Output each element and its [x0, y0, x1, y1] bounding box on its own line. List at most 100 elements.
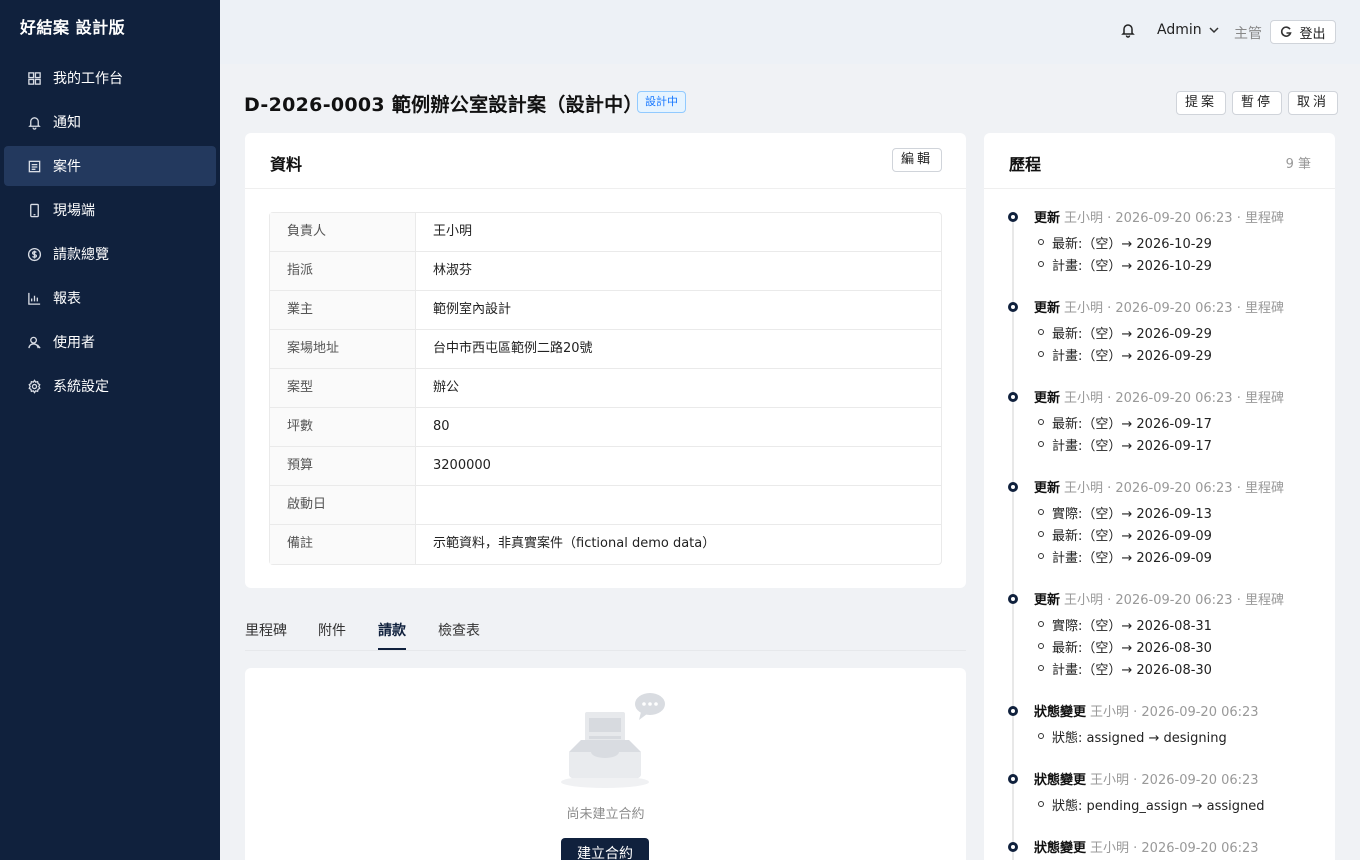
sidebar-item-label: 現場端 [53, 203, 95, 219]
timeline-type: 更新 [1034, 391, 1061, 406]
edit-button[interactable]: 編輯 [891, 148, 942, 172]
timeline-change: 實際:（空）→ 2026-08-31 [1052, 619, 1212, 634]
change-bullet [1038, 531, 1044, 537]
info-value: 林淑芬 [433, 263, 473, 278]
sidebar-item-settings[interactable]: 系統設定 [4, 366, 216, 406]
change-bullet [1038, 419, 1044, 425]
info-label: 預算 [270, 447, 416, 485]
sidebar-nav: 我的工作台 通知 案件 現場端 請款總覽 報表 使用者 系統設定 [0, 58, 220, 406]
info-row-notes: 備註 示範資料，非真實案件（fictional demo data） [270, 525, 941, 564]
info-value: 範例室內設計 [433, 302, 512, 317]
timeline-change: 最新:（空）→ 2026-09-29 [1052, 327, 1212, 342]
sidebar-item-cases[interactable]: 案件 [4, 146, 216, 186]
timeline-header: 狀態變更 王小明 · 2026-09-20 06:23 [1034, 769, 1259, 788]
empty-inbox-icon [561, 693, 665, 788]
notification-bell-icon[interactable] [1120, 22, 1138, 40]
timeline-meta: 王小明 · 2026-09-20 06:23 [1090, 841, 1259, 856]
timeline-dot [1008, 302, 1018, 312]
timeline-dot [1008, 392, 1018, 402]
user-icon [26, 334, 42, 350]
info-label: 坪數 [270, 408, 416, 446]
sidebar-item-reports[interactable]: 報表 [4, 278, 216, 318]
change-bullet [1038, 621, 1044, 627]
empty-state-text: 尚未建立合約 [566, 807, 645, 822]
timeline-change: 計畫:（空）→ 2026-09-09 [1052, 551, 1212, 566]
sidebar-item-notifications[interactable]: 通知 [4, 102, 216, 142]
sidebar-item-workbench[interactable]: 我的工作台 [4, 58, 216, 98]
logout-label: 登出 [1299, 26, 1326, 42]
tab-attachments[interactable]: 附件 [318, 620, 346, 640]
create-contract-button[interactable]: 建立合約 [561, 838, 649, 860]
timeline-type: 更新 [1034, 593, 1061, 608]
pause-button[interactable]: 暫停 [1232, 91, 1283, 115]
change-bullet [1038, 351, 1044, 357]
info-label: 負責人 [270, 213, 416, 251]
change-bullet [1038, 261, 1044, 267]
sidebar-item-billing[interactable]: 請款總覽 [4, 234, 216, 274]
sidebar-item-users[interactable]: 使用者 [4, 322, 216, 362]
info-label: 指派 [270, 252, 416, 290]
timeline-dot [1008, 774, 1018, 784]
timeline-type: 狀態變更 [1034, 841, 1087, 856]
info-value: 3200000 [433, 458, 491, 473]
tab-billing[interactable]: 請款 [378, 620, 406, 640]
user-role: 主管 [1234, 26, 1262, 42]
change-bullet [1038, 801, 1044, 807]
submit-button[interactable]: 提案 [1176, 91, 1227, 115]
timeline-type: 狀態變更 [1034, 773, 1087, 788]
mobile-icon [26, 202, 42, 218]
dashboard-icon [26, 70, 42, 86]
timeline-change: 最新:（空）→ 2026-08-30 [1052, 641, 1212, 656]
timeline-meta: 王小明 · 2026-09-20 06:23 [1090, 773, 1259, 788]
timeline-dot [1008, 482, 1018, 492]
top-header: Admin 主管 登出 [220, 0, 1360, 64]
brand-logo: 好結案 設計版 [20, 18, 126, 37]
info-label: 案型 [270, 369, 416, 407]
tab-checklist[interactable]: 檢查表 [438, 620, 480, 640]
timeline-header: 狀態變更 王小明 · 2026-09-20 06:23 [1034, 837, 1259, 856]
change-bullet [1038, 643, 1044, 649]
timeline-change: 實際:（空）→ 2026-09-13 [1052, 507, 1212, 522]
info-value [416, 486, 941, 524]
info-label: 案場地址 [270, 330, 416, 368]
gear-icon [26, 378, 42, 394]
timeline-meta: 王小明 · 2026-09-20 06:23 · 里程碑 [1064, 481, 1284, 496]
timeline-change: 狀態: assigned → designing [1052, 731, 1227, 746]
change-bullet [1038, 509, 1044, 515]
timeline-meta: 王小明 · 2026-09-20 06:23 · 里程碑 [1064, 593, 1284, 608]
info-row-address: 案場地址 台中市西屯區範例二路20號 [270, 330, 941, 369]
history-card-header: 歷程 9 筆 [984, 133, 1335, 189]
timeline-change: 最新:（空）→ 2026-10-29 [1052, 237, 1212, 252]
sidebar-item-label: 使用者 [53, 335, 95, 351]
info-value: 80 [433, 419, 450, 434]
user-menu[interactable]: Admin [1157, 22, 1220, 38]
sidebar: 好結案 設計版 我的工作台 通知 案件 現場端 請款總覽 報表 使用者 系統設定 [0, 0, 220, 860]
timeline-type: 更新 [1034, 481, 1061, 496]
logout-button[interactable]: 登出 [1270, 20, 1336, 44]
active-tab-indicator [378, 648, 406, 650]
timeline-dot [1008, 594, 1018, 604]
status-badge: 設計中 [637, 91, 686, 113]
detail-tabs: 里程碑 附件 請款 檢查表 [245, 610, 966, 651]
sidebar-item-label: 通知 [53, 115, 81, 131]
timeline-change: 最新:（空）→ 2026-09-17 [1052, 417, 1212, 432]
tab-milestones[interactable]: 里程碑 [245, 620, 287, 640]
info-label: 業主 [270, 291, 416, 329]
cancel-button[interactable]: 取消 [1288, 91, 1339, 115]
info-row-assignee: 指派 林淑芬 [270, 252, 941, 291]
info-card-title: 資料 [270, 155, 303, 174]
change-bullet [1038, 239, 1044, 245]
history-card: 歷程 9 筆 更新 王小明 · 2026-09-20 06:23 · 里程碑 最新… [984, 133, 1335, 860]
sidebar-item-label: 報表 [53, 291, 81, 307]
timeline-change: 狀態: pending_assign → assigned [1052, 799, 1265, 814]
timeline-change: 計畫:（空）→ 2026-09-29 [1052, 349, 1212, 364]
timeline-header: 狀態變更 王小明 · 2026-09-20 06:23 [1034, 701, 1259, 720]
sidebar-item-label: 我的工作台 [53, 71, 123, 87]
sidebar-item-label: 請款總覽 [53, 247, 109, 263]
timeline-dot [1008, 706, 1018, 716]
info-value: 王小明 [433, 224, 473, 239]
info-row-client: 業主 範例室內設計 [270, 291, 941, 330]
info-value: 示範資料，非真實案件（fictional demo data） [433, 536, 716, 551]
timeline-change: 計畫:（空）→ 2026-08-30 [1052, 663, 1212, 678]
sidebar-item-field[interactable]: 現場端 [4, 190, 216, 230]
